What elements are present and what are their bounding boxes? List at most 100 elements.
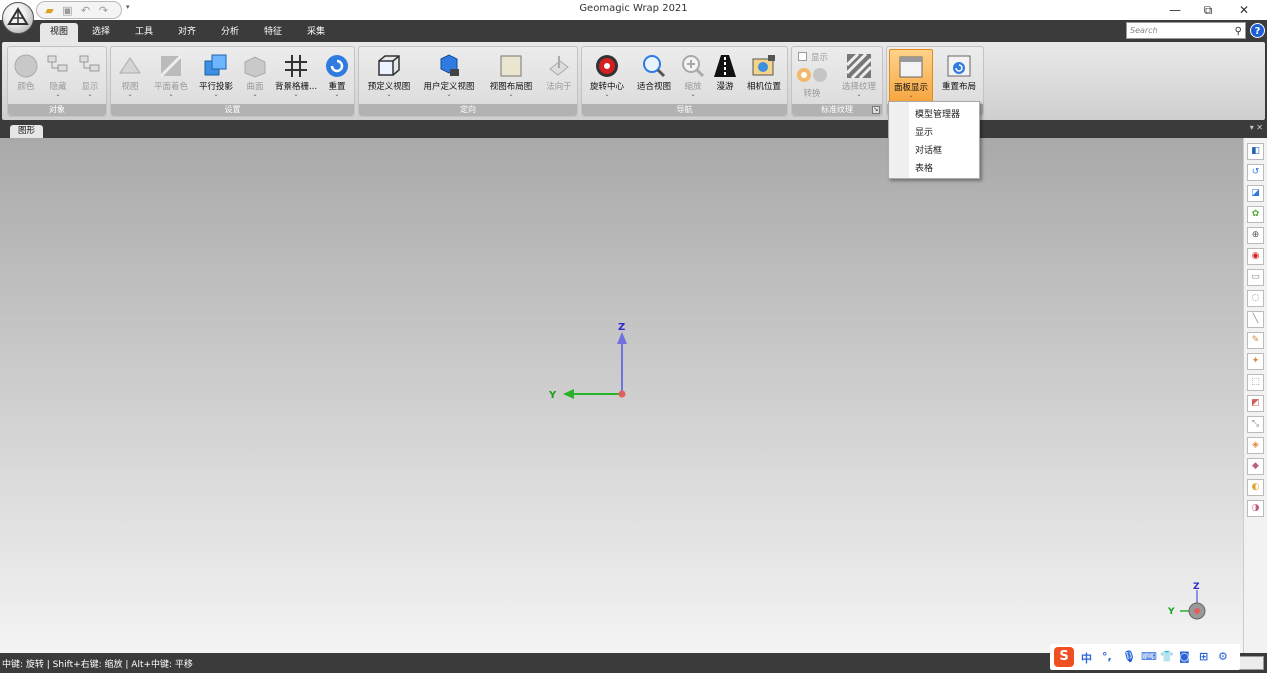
brush-select-icon[interactable]: ✦ xyxy=(1247,353,1264,370)
ime-punctuation[interactable]: °, xyxy=(1102,650,1112,663)
flat-shading-button[interactable]: 平面着色 ⌄ xyxy=(149,49,193,104)
app-logo[interactable] xyxy=(2,2,34,34)
box-select-icon[interactable]: ⬚ xyxy=(1247,374,1264,391)
surface-button[interactable]: 曲面 ⌄ xyxy=(239,49,271,104)
checkbox-icon xyxy=(798,52,807,61)
tab-align[interactable]: 对齐 xyxy=(170,23,204,42)
background-grid-button[interactable]: 背景格栅... ⌄ xyxy=(273,49,319,104)
background-grid-dropdown-icon: ⌄ xyxy=(293,91,299,98)
tab-view[interactable]: 视图 xyxy=(40,23,78,42)
hide-button[interactable]: 隐藏 ⌄ xyxy=(42,49,74,104)
zoom-button[interactable]: 缩放 ⌄ xyxy=(678,49,708,104)
z-axis-label: Z xyxy=(618,322,625,333)
parallel-projection-icon xyxy=(203,53,229,79)
tab-analysis[interactable]: 分析 xyxy=(213,23,247,42)
select-all-icon[interactable]: ◈ xyxy=(1247,437,1264,454)
magnifier-icon[interactable]: ⚲ xyxy=(1235,24,1242,39)
group-settings: 视图 ⌄ 平面着色 ⌄ 平行投影 ⌄ 曲面 ⌄ 背景格栅... ⌄ 重置 ⌄ 设… xyxy=(110,46,355,117)
color-label: 颜色 xyxy=(17,82,35,92)
view-dropdown-icon: ⌄ xyxy=(127,91,133,98)
ime-logo-icon[interactable]: S xyxy=(1054,647,1074,667)
walk-label: 漫游 xyxy=(716,82,734,92)
reset-layout-button[interactable]: 重置布局 xyxy=(937,49,981,104)
tab-tools[interactable]: 工具 xyxy=(127,23,161,42)
minimize-button[interactable]: — xyxy=(1157,0,1193,20)
select-through-icon[interactable]: ◩ xyxy=(1247,395,1264,412)
reset-icon[interactable]: ↺ xyxy=(1247,164,1264,181)
zoom-dropdown-icon: ⌄ xyxy=(690,91,696,98)
reset-view-button[interactable]: 重置 ⌄ xyxy=(321,49,353,104)
ime-chinese-mode[interactable]: 中 xyxy=(1081,650,1092,666)
menu-item-model-manager[interactable]: 模型管理器 xyxy=(915,107,960,120)
tab-select[interactable]: 选择 xyxy=(84,23,118,42)
rotation-center-icon xyxy=(594,53,620,79)
walk-button[interactable]: 漫游 xyxy=(710,49,740,104)
rectangle-select-icon[interactable]: ▭ xyxy=(1247,269,1264,286)
search-input[interactable]: Search ⚲ xyxy=(1126,22,1246,39)
menu-item-table[interactable]: 表格 xyxy=(915,161,933,174)
camera-position-button[interactable]: 相机位置 xyxy=(742,49,786,104)
gamepad-icon[interactable]: ◙ xyxy=(1179,650,1190,663)
invert-selection-icon[interactable]: ◆ xyxy=(1247,458,1264,475)
view-button[interactable]: 视图 ⌄ xyxy=(113,49,147,104)
predefined-view-button[interactable]: 预定义视图 ⌄ xyxy=(363,49,415,104)
tab-features[interactable]: 特征 xyxy=(256,23,290,42)
camera-icon xyxy=(751,53,777,79)
panel-display-dropdown-icon: ⌄ xyxy=(908,92,914,99)
gear-icon[interactable]: ⚙ xyxy=(1218,650,1228,663)
keyboard-icon[interactable]: ⌨ xyxy=(1141,650,1157,663)
texture-show-checkbox[interactable]: 显示 xyxy=(798,51,838,63)
shirt-icon[interactable]: 👕 xyxy=(1160,650,1174,663)
reset-layout-icon xyxy=(946,53,972,79)
dialog-launcher-icon[interactable]: ↘ xyxy=(872,106,880,114)
expand-selection-icon[interactable]: ◐ xyxy=(1247,479,1264,496)
zoom-icon[interactable]: ⊕ xyxy=(1247,227,1264,244)
rotation-center-icon[interactable]: ◉ xyxy=(1247,248,1264,265)
deselect-icon[interactable]: ⤡ xyxy=(1247,416,1264,433)
user-view-icon xyxy=(436,53,462,79)
view-layout-button[interactable]: 视图布局图 ⌄ xyxy=(483,49,539,104)
grid-icon[interactable]: ⊞ xyxy=(1199,650,1208,663)
menu-item-display[interactable]: 显示 xyxy=(915,125,933,138)
y-arrow-icon xyxy=(563,389,574,399)
paint-select-icon[interactable]: ✎ xyxy=(1247,332,1264,349)
select-texture-button[interactable]: 选择纹理 ⌄ xyxy=(836,49,882,104)
document-tab-strip: 图形 ▾ ✕ xyxy=(0,120,1267,138)
close-button[interactable]: ✕ xyxy=(1226,0,1262,20)
rotation-center-dropdown-icon: ⌄ xyxy=(604,91,610,98)
lasso-select-icon[interactable]: ◌ xyxy=(1247,290,1264,307)
graphics-viewport[interactable]: Z Y Z Y xyxy=(0,138,1243,653)
fit-view-label: 适合视图 xyxy=(636,82,671,92)
menu-item-dialog[interactable]: 对话框 xyxy=(915,143,942,156)
tab-strip-close-icon[interactable]: ▾ ✕ xyxy=(1250,123,1263,132)
mic-icon[interactable]: 🎙 xyxy=(1122,650,1136,663)
ime-toolbar: S 中 °, 🎙 ⌨ 👕 ◙ ⊞ ⚙ xyxy=(1050,644,1240,670)
fit-view-icon xyxy=(641,53,667,79)
show-button[interactable]: 显示 ⌄ xyxy=(74,49,106,104)
convert-label: 转换 xyxy=(803,89,821,99)
color-button[interactable]: 颜色 xyxy=(10,49,42,104)
rotation-center-button[interactable]: 旋转中心 ⌄ xyxy=(584,49,630,104)
parallel-projection-icon[interactable]: ◪ xyxy=(1247,185,1264,202)
shrink-selection-icon[interactable]: ◑ xyxy=(1247,500,1264,517)
color-tool-icon[interactable]: ✿ xyxy=(1247,206,1264,223)
origin-dot xyxy=(618,390,626,398)
group-standard-texture-title: 标准纹理 xyxy=(792,104,882,116)
user-defined-view-button[interactable]: 用户定义视图 ⌄ xyxy=(419,49,479,104)
help-button[interactable]: ? xyxy=(1250,23,1265,38)
right-toolbar: ◧ ↺ ◪ ✿ ⊕ ◉ ▭ ◌ ╲ ✎ ✦ ⬚ ◩ ⤡ ◈ ◆ ◐ ◑ xyxy=(1243,138,1267,653)
ribbon-panel: 颜色 隐藏 ⌄ 显示 ⌄ 对象 视图 ⌄ 平面着色 ⌄ 平行投影 ⌄ 曲面 ⌄ … xyxy=(2,42,1265,120)
normal-to-button[interactable]: 法向于 xyxy=(541,49,577,104)
panel-display-button[interactable]: 面板显示 ⌄ xyxy=(889,49,933,104)
line-select-icon[interactable]: ╲ xyxy=(1247,311,1264,328)
parallel-projection-button[interactable]: 平行投影 ⌄ xyxy=(195,49,237,104)
convert-button[interactable]: 转换 xyxy=(794,65,830,103)
tab-capture[interactable]: 采集 xyxy=(299,23,333,42)
graphics-tab[interactable]: 图形 xyxy=(10,125,44,138)
surface-dropdown-icon: ⌄ xyxy=(252,91,258,98)
fit-view-button[interactable]: 适合视图 xyxy=(632,49,676,104)
maximize-button[interactable]: ⧉ xyxy=(1190,0,1226,20)
title-bar: ▰ ▣ ↶ ↷ ▾ Geomagic Wrap 2021 — ⧉ ✕ xyxy=(0,0,1267,20)
normal-to-label: 法向于 xyxy=(546,82,572,92)
cube-view-icon[interactable]: ◧ xyxy=(1247,143,1264,160)
